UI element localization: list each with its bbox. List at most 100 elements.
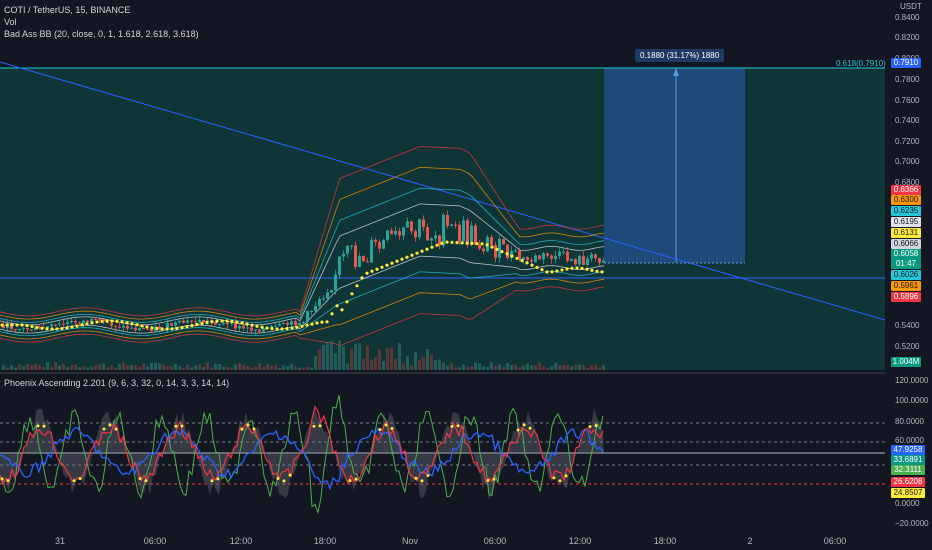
osc-dot bbox=[414, 476, 418, 480]
volume-bar bbox=[582, 365, 585, 370]
price-tick: 0.5200 bbox=[895, 342, 920, 351]
volume-bar bbox=[250, 367, 253, 370]
ma-dot bbox=[500, 250, 504, 254]
volume-bar bbox=[514, 364, 517, 370]
candle-body bbox=[418, 219, 421, 238]
price-tag: 0.6235 bbox=[891, 206, 921, 216]
candle-body bbox=[194, 321, 197, 323]
ma-dot bbox=[315, 321, 319, 325]
ma-dot bbox=[135, 323, 139, 327]
osc-tick: −20.0000 bbox=[895, 519, 929, 528]
ma-dot bbox=[555, 269, 559, 273]
volume-bar bbox=[382, 361, 385, 370]
volume-bar bbox=[390, 347, 393, 370]
ma-dot bbox=[305, 323, 309, 327]
ma-dot bbox=[255, 324, 259, 328]
volume-bar bbox=[558, 364, 561, 370]
osc-tick: 60.0000 bbox=[895, 436, 924, 445]
volume-bar bbox=[166, 366, 169, 370]
candle-body bbox=[98, 319, 101, 321]
candle-body bbox=[378, 241, 381, 249]
volume-bar bbox=[494, 365, 497, 370]
candle-body bbox=[126, 325, 129, 329]
symbol-title[interactable]: COTI / TetherUS, 15, BINANCE bbox=[4, 5, 130, 15]
candle-body bbox=[226, 323, 229, 325]
ma-dot bbox=[580, 266, 584, 270]
candle-body bbox=[274, 325, 277, 327]
candle-body bbox=[186, 320, 189, 323]
volume-bar bbox=[10, 365, 13, 370]
candle-body bbox=[278, 323, 281, 326]
osc-dot bbox=[288, 473, 292, 477]
vol-legend[interactable]: Vol bbox=[4, 17, 17, 27]
osc-dot bbox=[144, 479, 148, 483]
candle-body bbox=[134, 327, 137, 331]
volume-bar bbox=[406, 356, 409, 370]
candle-body bbox=[146, 328, 149, 330]
ma-dot bbox=[10, 323, 14, 327]
candle-body bbox=[542, 253, 545, 260]
candle-body bbox=[442, 214, 445, 246]
candle-body bbox=[574, 259, 577, 265]
volume-bar bbox=[386, 348, 389, 370]
volume-bar bbox=[518, 367, 521, 370]
fib-label: 0.618(0.7910) bbox=[836, 59, 886, 68]
volume-bar bbox=[454, 367, 457, 370]
ma-dot bbox=[120, 320, 124, 324]
ma-dot bbox=[50, 327, 54, 331]
volume-bar bbox=[190, 367, 193, 370]
osc-dot bbox=[0, 477, 4, 481]
ma-dot bbox=[440, 241, 444, 245]
candle-body bbox=[94, 319, 97, 321]
time-tick: 06:00 bbox=[483, 536, 507, 546]
candle-body bbox=[458, 224, 461, 242]
ma-dot bbox=[405, 255, 409, 259]
volume-bar bbox=[218, 364, 221, 370]
ma-dot bbox=[230, 319, 234, 324]
volume-bar bbox=[214, 363, 217, 370]
osc-dot bbox=[282, 479, 286, 483]
volume-bar bbox=[122, 362, 125, 370]
ma-dot bbox=[285, 327, 289, 331]
volume-bar bbox=[366, 345, 369, 370]
osc-dot bbox=[42, 424, 46, 428]
candle-body bbox=[250, 327, 253, 331]
volume-bar bbox=[574, 364, 577, 370]
volume-bar bbox=[498, 364, 501, 370]
candle-body bbox=[590, 254, 593, 259]
volume-bar bbox=[50, 367, 53, 370]
volume-bar bbox=[594, 364, 597, 370]
volume-bar bbox=[482, 366, 485, 370]
volume-bar bbox=[414, 352, 417, 370]
candle-body bbox=[286, 322, 289, 325]
volume-bar bbox=[134, 365, 137, 370]
osc-dot bbox=[276, 476, 280, 480]
volume-bar bbox=[66, 366, 69, 370]
candle-body bbox=[370, 239, 373, 263]
candle-body bbox=[566, 251, 569, 261]
ma-dot bbox=[435, 243, 439, 247]
osc-dot bbox=[174, 424, 178, 428]
volume-bar bbox=[82, 365, 85, 370]
bb-legend[interactable]: Bad Ass BB (20, close, 0, 1, 1.618, 2.61… bbox=[4, 29, 199, 39]
volume-bar bbox=[402, 363, 405, 370]
time-tick: 06:00 bbox=[823, 536, 847, 546]
candle-body bbox=[138, 328, 141, 331]
ma-dot bbox=[35, 325, 39, 330]
price-tick: 0.8200 bbox=[895, 33, 920, 42]
ma-dot bbox=[185, 325, 189, 329]
ma-dot bbox=[310, 322, 314, 326]
candle-body bbox=[202, 319, 205, 323]
candle-body bbox=[254, 329, 257, 331]
time-tick: 31 bbox=[54, 536, 66, 546]
measure-box[interactable] bbox=[604, 68, 745, 263]
indicator-legend[interactable]: Phoenix Ascending 2.201 (9, 6, 3, 32, 0,… bbox=[4, 378, 229, 388]
osc-area bbox=[0, 408, 604, 500]
candle-body bbox=[394, 231, 397, 235]
volume-bar bbox=[358, 343, 361, 370]
volume-bar bbox=[226, 366, 229, 370]
volume-bar bbox=[354, 343, 357, 370]
time-axis-bg[interactable] bbox=[0, 530, 932, 550]
chart-canvas[interactable] bbox=[0, 0, 932, 550]
ma-dot bbox=[235, 320, 239, 324]
